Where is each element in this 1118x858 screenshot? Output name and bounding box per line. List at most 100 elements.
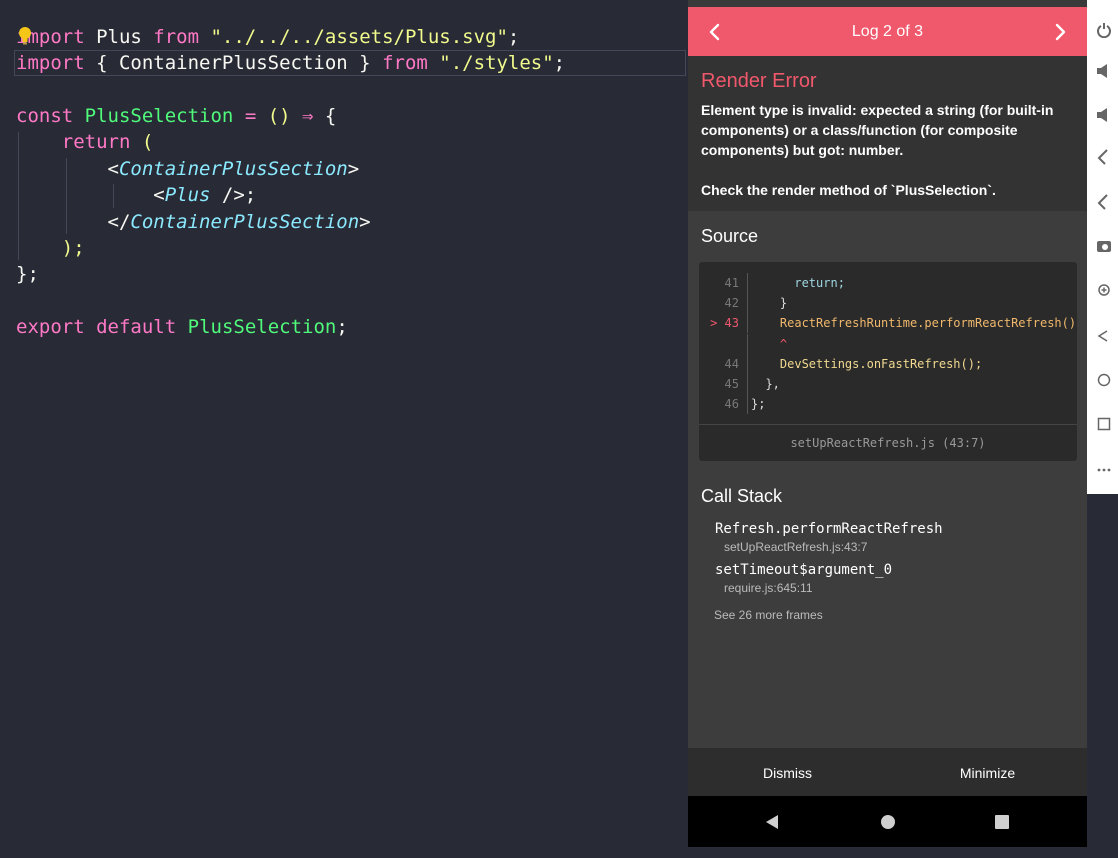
zoom-button[interactable]: [1097, 280, 1117, 300]
code-line: );: [16, 235, 85, 261]
back-triangle-icon: [766, 814, 778, 829]
home-icon: [1097, 373, 1111, 387]
code-line: };: [16, 261, 39, 287]
error-summary: Render Error Element type is invalid: ex…: [688, 56, 1087, 211]
overview-button[interactable]: [1097, 414, 1117, 434]
source-line: 42 }: [699, 293, 1077, 314]
code-token: ;: [507, 26, 520, 48]
home-circle-icon: [881, 814, 895, 829]
source-gutter: [747, 293, 748, 314]
code-token: from: [382, 52, 428, 74]
overview-icon: [1097, 417, 1111, 431]
code-token: { ContainerPlusSection }: [84, 52, 383, 74]
stack-frame-location: require.js:645:11: [724, 581, 813, 595]
code-token: ⇒: [290, 105, 325, 127]
stack-frame-name[interactable]: Refresh.performReactRefresh: [715, 521, 943, 537]
error-message: Element type is invalid: expected a stri…: [701, 102, 1054, 158]
code-token: </: [16, 211, 131, 233]
volume-down-button[interactable]: [1097, 105, 1117, 125]
source-line: 41 return;: [699, 273, 1077, 293]
logbox-body[interactable]: Source 41 return; 42 } > 43 ReactRefreshRu…: [688, 211, 1087, 748]
home-button[interactable]: [1097, 370, 1117, 390]
code-token: from: [153, 26, 200, 48]
rotate-left-icon: [1097, 149, 1108, 165]
source-line: > 43 ReactRefreshRuntime.performReactRef…: [699, 313, 1077, 334]
nav-recents-button[interactable]: [972, 796, 1032, 847]
emulator-screen: Log 2 of 3 Render Error Element type is …: [688, 0, 1087, 847]
status-bar: [688, 0, 1087, 7]
minimize-button[interactable]: Minimize: [888, 748, 1087, 796]
code-line: import Plus from "../../../assets/Plus.s…: [16, 24, 519, 50]
source-gutter: [747, 273, 748, 293]
rotate-right-button[interactable]: [1097, 193, 1117, 213]
camera-icon: [1097, 241, 1111, 252]
source-line-number: 44: [724, 356, 739, 371]
nav-back-button[interactable]: [742, 796, 802, 847]
source-code-frame[interactable]: 41 return; 42 } > 43 ReactRefreshRuntime.p…: [699, 262, 1077, 461]
source-section-title: Source: [701, 226, 759, 246]
code-line: import { ContainerPlusSection } from "./…: [16, 50, 565, 76]
code-token: >: [347, 158, 360, 180]
see-more-frames-link[interactable]: See 26 more frames: [714, 608, 823, 622]
code-token: "./styles": [427, 52, 554, 74]
source-code: DevSettings.onFastRefresh();: [751, 356, 983, 371]
source-line-number: 46: [724, 397, 739, 412]
code-line: const PlusSelection = () ⇒ {: [16, 103, 336, 129]
code-token: ContainerPlusSection: [130, 211, 360, 233]
stack-frame-name[interactable]: setTimeout$argument_0: [715, 562, 892, 578]
code-editor[interactable]: import Plus from "../../../assets/Plus.s…: [0, 0, 688, 858]
code-token: (): [267, 105, 291, 127]
code-token: <: [16, 184, 165, 206]
rotate-right-icon: [1097, 194, 1108, 210]
code-token: PlusSelection: [187, 316, 337, 338]
source-file-location[interactable]: setUpReactRefresh.js (43:7): [699, 424, 1077, 461]
nav-home-button[interactable]: [858, 796, 918, 847]
error-title: Render Error: [701, 70, 817, 92]
lightbulb-icon[interactable]: [18, 26, 32, 46]
source-line: 45 },: [699, 374, 1077, 394]
source-line-number: 42: [724, 296, 739, 311]
more-button[interactable]: [1097, 458, 1117, 478]
code-line: <Plus />;: [16, 182, 256, 208]
code-token: ;: [336, 316, 348, 338]
source-line-number: > 43: [710, 316, 739, 331]
callstack-section-title: Call Stack: [701, 486, 783, 506]
screenshot-button[interactable]: [1097, 236, 1117, 256]
source-line: ^: [699, 333, 1077, 354]
code-token: const: [16, 105, 74, 127]
code-token: PlusSelection: [84, 105, 234, 127]
emulator-toolbar: [1087, 0, 1118, 494]
code-token: default: [96, 316, 177, 338]
code-token: Plus: [164, 184, 211, 206]
power-button[interactable]: [1097, 20, 1117, 40]
source-code: }: [751, 296, 788, 311]
code-token: =: [233, 105, 268, 127]
code-line: <ContainerPlusSection>: [16, 156, 360, 182]
source-gutter: [747, 374, 748, 394]
code-line: export default PlusSelection;: [16, 314, 348, 340]
code-token: {: [324, 105, 337, 127]
code-token: );: [16, 237, 85, 259]
source-code: },: [751, 377, 780, 391]
code-token: >: [359, 211, 371, 233]
dismiss-button[interactable]: Dismiss: [688, 748, 887, 796]
source-code: return;: [751, 276, 845, 290]
rotate-left-button[interactable]: [1097, 148, 1117, 168]
code-token: return: [16, 131, 131, 153]
source-line: 44 DevSettings.onFastRefresh();: [699, 353, 1077, 374]
volume-up-icon: [1097, 64, 1107, 78]
more-icon: [1097, 468, 1111, 472]
source-code: ReactRefreshRuntime.performReactRefresh(…: [751, 316, 1077, 331]
back-button[interactable]: [1097, 326, 1117, 346]
next-log-button[interactable]: [1035, 7, 1085, 56]
code-token: (: [130, 131, 154, 153]
source-code: ^: [751, 336, 788, 351]
source-gutter: [747, 333, 748, 354]
code-token: import: [16, 52, 85, 74]
power-icon: [1097, 23, 1111, 38]
source-line-number: 45: [724, 377, 739, 391]
volume-up-button[interactable]: [1097, 61, 1117, 81]
code-token: };: [16, 263, 39, 285]
code-line: </ContainerPlusSection>: [16, 209, 371, 235]
